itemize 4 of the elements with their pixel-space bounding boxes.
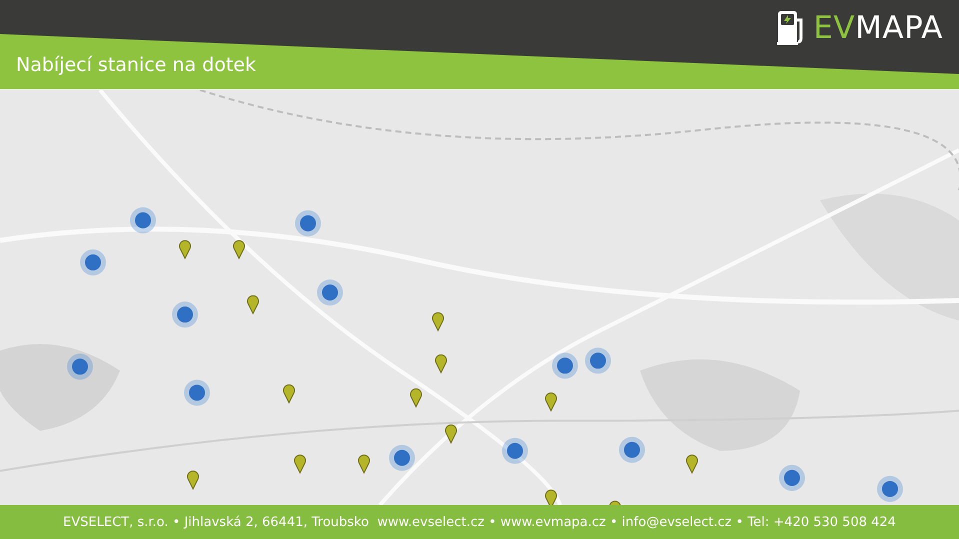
footer-text: EVSELECT, s.r.o. • Jihlavská 2, 66441, Troubsko www.evselect.cz • www.evmapa.cz • info@evselect.cz • Tel: +420 530 508 424: [63, 514, 896, 530]
logo: EVMAPA: [813, 12, 943, 44]
page-title: Nabíjecí stanice na dotek: [16, 53, 256, 77]
charging-station-icon: [777, 10, 806, 46]
